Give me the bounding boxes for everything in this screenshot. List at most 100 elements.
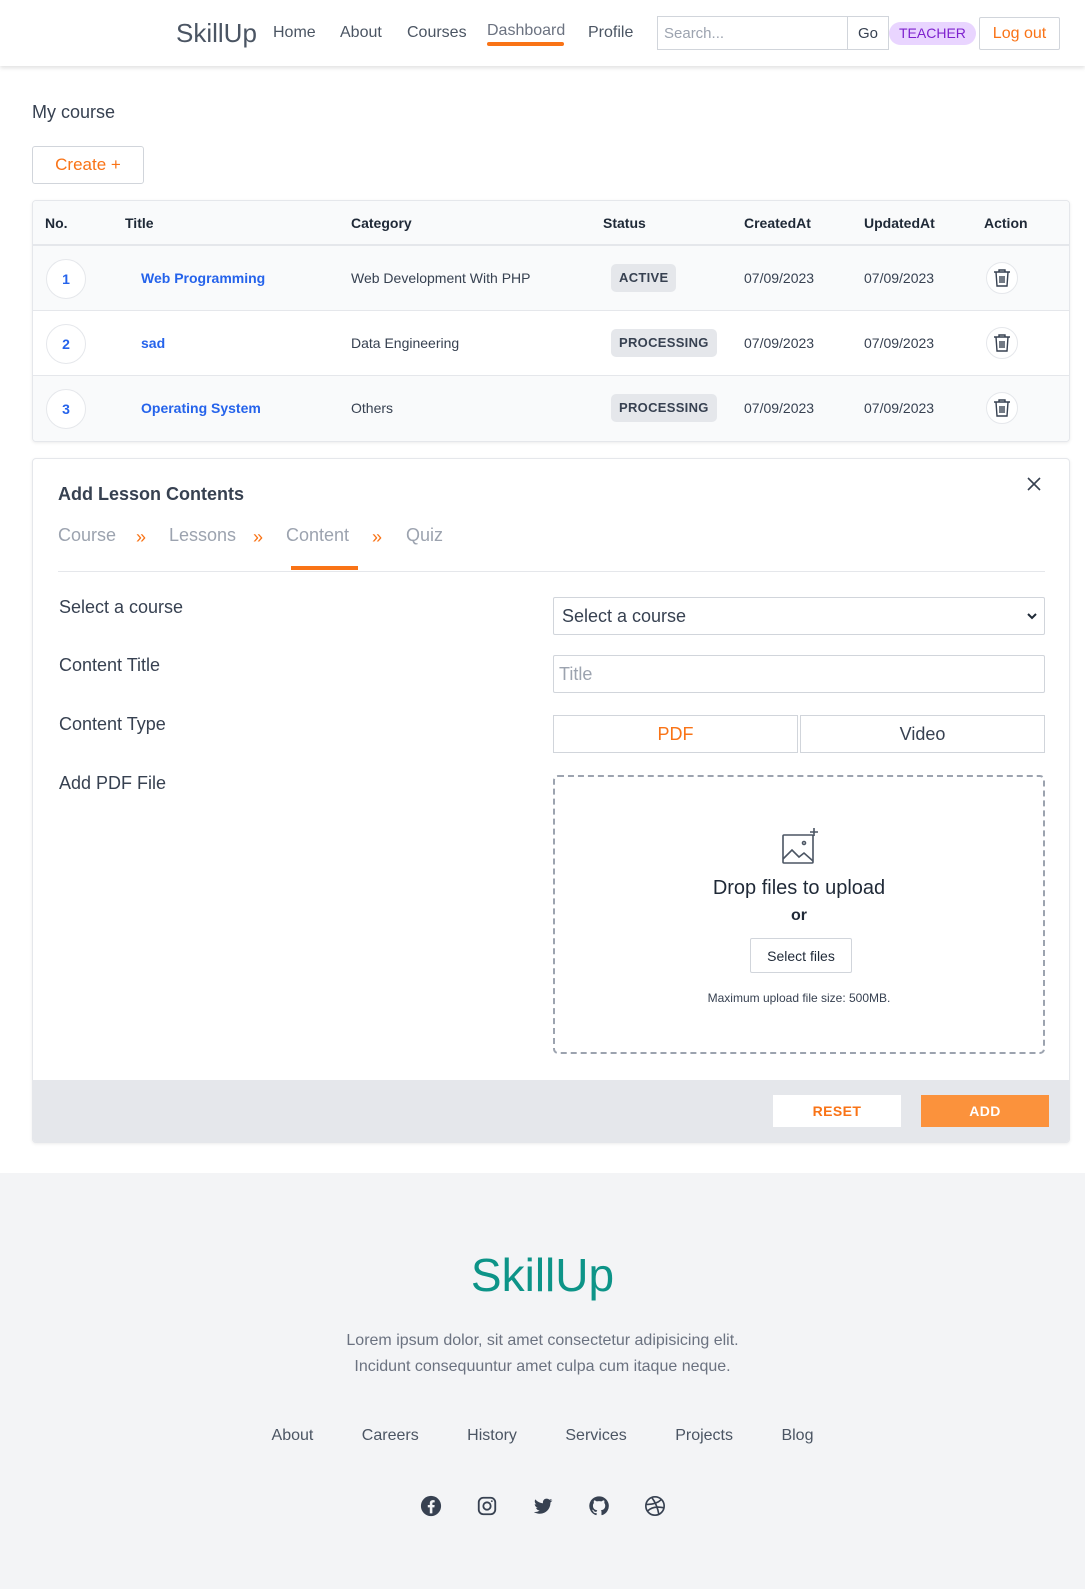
- col-category: Category: [351, 215, 412, 231]
- search-bar: Go: [657, 16, 889, 50]
- step-separator-icon: »: [253, 527, 264, 547]
- col-action: Action: [984, 215, 1028, 231]
- close-button[interactable]: [1023, 473, 1045, 495]
- row-number: 3: [46, 389, 86, 429]
- nav-home[interactable]: Home: [273, 24, 316, 42]
- footer-brand[interactable]: SkillUp: [0, 1248, 1085, 1302]
- nav-courses[interactable]: Courses: [407, 24, 467, 42]
- created-date: 07/09/2023: [744, 270, 815, 286]
- twitter-icon[interactable]: [532, 1495, 554, 1517]
- footer-link-about[interactable]: About: [272, 1427, 314, 1445]
- step-course[interactable]: Course: [58, 525, 116, 546]
- course-select[interactable]: Select a course: [553, 597, 1045, 635]
- github-icon[interactable]: [588, 1495, 610, 1517]
- col-title: Title: [125, 215, 154, 231]
- col-status: Status: [603, 215, 646, 231]
- content-type-label: Content Type: [59, 714, 166, 734]
- status-badge: PROCESSING: [611, 329, 717, 357]
- facebook-icon[interactable]: [420, 1495, 442, 1517]
- top-navbar: SkillUp Home About Courses Dashboard Pro…: [0, 0, 1085, 66]
- image-add-icon: [782, 828, 818, 864]
- col-createdat: CreatedAt: [744, 215, 811, 231]
- search-go-button[interactable]: Go: [847, 17, 888, 49]
- course-title-link[interactable]: Web Programming: [141, 270, 265, 286]
- table-row: 1 Web Programming Web Development With P…: [33, 246, 1069, 311]
- file-dropzone[interactable]: Drop files to upload or Select files Max…: [553, 775, 1045, 1054]
- add-pdf-label: Add PDF File: [59, 773, 167, 793]
- dribbble-icon[interactable]: [644, 1495, 666, 1517]
- footer-link-blog[interactable]: Blog: [781, 1427, 813, 1445]
- dropzone-title: Drop files to upload: [712, 877, 886, 899]
- active-step-indicator: [291, 566, 358, 570]
- table-header: No. Title Category Status CreatedAt Upda…: [33, 201, 1069, 246]
- dropzone-or: or: [791, 907, 807, 924]
- footer-link-history[interactable]: History: [467, 1427, 517, 1445]
- footer-description: Lorem ipsum dolor, sit amet consectetur …: [0, 1328, 1085, 1380]
- reset-button[interactable]: RESET: [773, 1095, 901, 1127]
- social-links: [0, 1495, 1085, 1517]
- course-table: No. Title Category Status CreatedAt Upda…: [32, 200, 1070, 442]
- create-course-button[interactable]: Create +: [32, 146, 144, 184]
- trash-icon: [994, 399, 1010, 417]
- role-badge: TEACHER: [889, 22, 976, 45]
- course-category: Others: [351, 400, 394, 416]
- row-number: 1: [46, 259, 86, 299]
- card-actions: RESET ADD: [33, 1080, 1069, 1142]
- type-pdf-button[interactable]: PDF: [553, 715, 798, 753]
- step-separator-icon: »: [136, 527, 147, 547]
- table-row: 3 Operating System Others PROCESSING 07/…: [33, 376, 1069, 441]
- footer-link-services[interactable]: Services: [565, 1427, 626, 1445]
- footer-link-careers[interactable]: Careers: [362, 1427, 419, 1445]
- max-size-note: Maximum upload file size: 500MB.: [707, 991, 891, 1005]
- footer-desc-line: Incidunt consequuntur amet culpa cum ita…: [354, 1358, 731, 1375]
- content-title-label: Content Title: [59, 655, 161, 675]
- site-footer: SkillUp Lorem ipsum dolor, sit amet cons…: [0, 1173, 1085, 1589]
- updated-date: 07/09/2023: [864, 270, 935, 286]
- course-category: Data Engineering: [351, 335, 460, 351]
- lesson-card-title: Add Lesson Contents: [58, 484, 245, 504]
- close-icon: [1027, 477, 1041, 491]
- nav-profile[interactable]: Profile: [588, 24, 633, 42]
- status-badge: PROCESSING: [611, 394, 717, 422]
- search-input[interactable]: [658, 17, 847, 49]
- select-files-button[interactable]: Select files: [750, 938, 852, 973]
- instagram-icon[interactable]: [476, 1495, 498, 1517]
- logout-button[interactable]: Log out: [979, 17, 1060, 50]
- add-button[interactable]: ADD: [921, 1095, 1049, 1127]
- course-select-value: Select a course: [562, 606, 687, 626]
- created-date: 07/09/2023: [744, 400, 815, 416]
- select-course-label: Select a course: [59, 597, 184, 617]
- trash-icon: [994, 334, 1010, 352]
- content-type-toggle: PDF Video: [553, 715, 1045, 753]
- table-row: 2 sad Data Engineering PROCESSING 07/09/…: [33, 311, 1069, 376]
- content-title-input[interactable]: [553, 655, 1045, 693]
- step-separator-icon: »: [372, 527, 383, 547]
- nav-active-indicator: [487, 42, 564, 46]
- nav-dashboard[interactable]: Dashboard: [487, 22, 565, 40]
- brand-logo[interactable]: SkillUp: [176, 18, 257, 49]
- step-lessons[interactable]: Lessons: [169, 525, 236, 546]
- created-date: 07/09/2023: [744, 335, 815, 351]
- course-title-link[interactable]: Operating System: [141, 400, 261, 416]
- delete-button[interactable]: [986, 392, 1018, 424]
- chevron-down-icon: [1027, 613, 1037, 620]
- updated-date: 07/09/2023: [864, 400, 935, 416]
- row-number: 2: [46, 324, 86, 364]
- stepper: Course » Lessons » Content » Quiz: [58, 516, 1045, 572]
- status-badge: ACTIVE: [611, 264, 677, 292]
- nav-about[interactable]: About: [340, 24, 382, 42]
- updated-date: 07/09/2023: [864, 335, 935, 351]
- trash-icon: [994, 269, 1010, 287]
- footer-links: About Careers History Services Projects …: [0, 1427, 1085, 1445]
- step-content[interactable]: Content: [286, 525, 349, 546]
- course-category: Web Development With PHP: [351, 270, 531, 286]
- add-lesson-card: Add Lesson Contents Course » Lessons » C…: [32, 458, 1070, 1143]
- course-title-link[interactable]: sad: [141, 335, 165, 351]
- footer-link-projects[interactable]: Projects: [675, 1427, 733, 1445]
- delete-button[interactable]: [986, 327, 1018, 359]
- step-quiz[interactable]: Quiz: [406, 525, 443, 546]
- delete-button[interactable]: [986, 262, 1018, 294]
- type-video-button[interactable]: Video: [800, 715, 1045, 753]
- col-updatedat: UpdatedAt: [864, 215, 935, 231]
- my-course-heading: My course: [32, 102, 116, 122]
